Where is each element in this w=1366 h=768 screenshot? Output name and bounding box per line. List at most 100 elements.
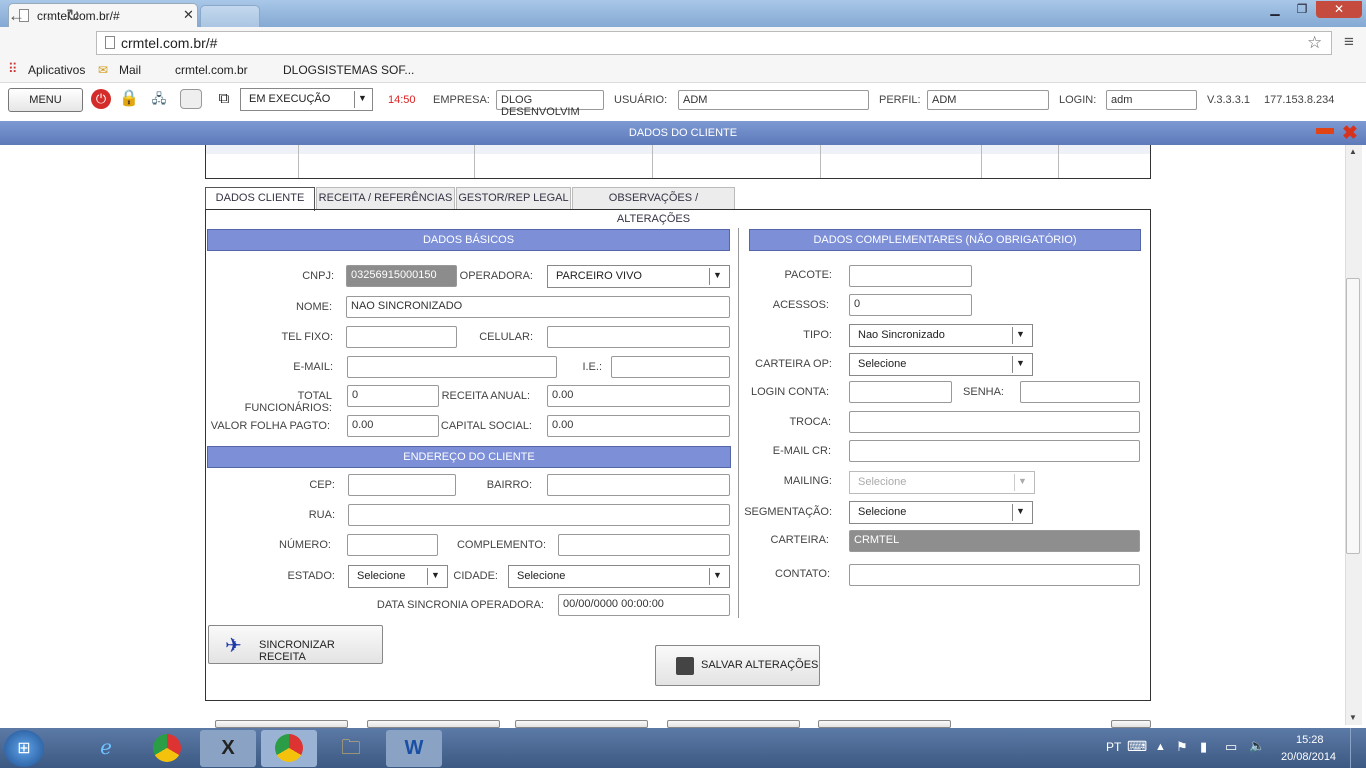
action-center-flag-icon[interactable]: ⚑ — [1176, 739, 1188, 755]
capital-social-field[interactable]: 0.00 — [547, 415, 730, 437]
show-hidden-icons[interactable]: ▲ — [1155, 741, 1166, 753]
bottom-button[interactable] — [515, 720, 648, 728]
grid-col-divider — [1058, 145, 1059, 178]
scrollbar-thumb[interactable] — [1346, 278, 1360, 554]
email-field[interactable] — [347, 356, 557, 378]
network-status-icon[interactable]: ▭ — [1225, 739, 1237, 755]
login-field[interactable]: adm — [1106, 90, 1197, 110]
tab-observacoes-alteracoes[interactable]: OBSERVAÇÕES / ALTERAÇÕES — [572, 187, 735, 225]
back-icon[interactable]: ← — [8, 6, 25, 26]
new-tab-button[interactable] — [200, 5, 260, 27]
word-icon[interactable]: W — [386, 730, 442, 767]
close-window-button[interactable]: ✕ — [1316, 1, 1362, 18]
total-funcionarios-field[interactable]: 0 — [347, 385, 439, 407]
tab-gestor-rep-legal[interactable]: GESTOR/REP LEGAL — [456, 187, 571, 210]
numero-field[interactable] — [347, 534, 438, 556]
internet-explorer-icon[interactable]: ℯ — [78, 730, 134, 767]
mailing-select[interactable]: Selecione ▼ — [849, 471, 1035, 494]
rua-field[interactable] — [348, 504, 730, 526]
tab-receita-referencias[interactable]: RECEITA / REFERÊNCIAS — [316, 187, 455, 210]
bottom-button[interactable] — [667, 720, 800, 728]
show-desktop-button[interactable] — [1350, 728, 1366, 768]
grid-col-divider — [298, 145, 299, 178]
salvar-alteracoes-button[interactable]: SALVAR ALTERAÇÕES — [655, 645, 820, 686]
minimize-window-button[interactable]: ▁ — [1262, 1, 1288, 18]
close-tab-icon[interactable]: ✕ — [183, 7, 194, 23]
bookmark-mail[interactable]: Mail — [119, 63, 141, 77]
menu-button[interactable]: MENU — [8, 88, 83, 112]
scroll-up-icon[interactable]: ▲ — [1349, 147, 1357, 156]
telfixo-label: TEL FIXO: — [281, 331, 333, 343]
data-sincronia-field[interactable]: 00/00/0000 00:00:00 — [558, 594, 730, 616]
bottom-button[interactable] — [1111, 720, 1151, 728]
perfil-field[interactable]: ADM — [927, 90, 1049, 110]
carteira-label: CARTEIRA: — [770, 534, 829, 546]
bottom-button[interactable] — [215, 720, 348, 728]
operadora-select[interactable]: PARCEIRO VIVO ▼ — [547, 265, 730, 288]
sincronizar-label: SINCRONIZAR RECEITA — [259, 639, 335, 663]
network-icon[interactable]: 🖧 — [148, 88, 170, 110]
language-indicator[interactable]: PT — [1106, 740, 1121, 754]
receita-anual-field[interactable]: 0.00 — [547, 385, 730, 407]
empresa-label: EMPRESA: — [433, 94, 490, 106]
usuario-field[interactable]: ADM — [678, 90, 869, 110]
power-status-icon[interactable]: ▮ — [1200, 739, 1207, 755]
dialog-minimize-icon[interactable] — [1316, 128, 1334, 134]
power-icon[interactable]: ⏻ — [91, 89, 111, 109]
estado-select[interactable]: Selecione ▼ — [348, 565, 448, 588]
acessos-field[interactable]: 0 — [849, 294, 972, 316]
valor-folha-label: VALOR FOLHA PAGTO: — [210, 420, 330, 432]
nome-field[interactable]: NAO SINCRONIZADO — [346, 296, 730, 318]
forward-icon[interactable]: → — [38, 6, 55, 26]
sincronizar-receita-button[interactable]: ✈ SINCRONIZAR RECEITA — [208, 625, 383, 664]
bairro-field[interactable] — [547, 474, 730, 496]
pacote-field[interactable] — [849, 265, 972, 287]
reload-icon[interactable]: ↻ — [66, 6, 80, 26]
volume-icon[interactable]: 🔈 — [1249, 738, 1265, 754]
senha-field[interactable] — [1020, 381, 1140, 403]
calendar-icon[interactable] — [180, 89, 202, 109]
scroll-down-icon[interactable]: ▼ — [1349, 713, 1357, 722]
login-conta-field[interactable] — [849, 381, 952, 403]
complemento-field[interactable] — [558, 534, 730, 556]
windows-icon[interactable]: ⧉ — [213, 88, 235, 110]
bottom-button[interactable] — [818, 720, 951, 728]
valor-folha-field[interactable]: 0.00 — [347, 415, 439, 437]
browser-menu-icon[interactable]: ≡ — [1344, 32, 1354, 52]
cidade-select[interactable]: Selecione ▼ — [508, 565, 730, 588]
bookmark-aplicativos[interactable]: Aplicativos — [28, 63, 85, 77]
bookmark-crmtel[interactable]: crmtel.com.br — [175, 63, 248, 77]
contato-field[interactable] — [849, 564, 1140, 586]
carteira-op-select[interactable]: Selecione ▼ — [849, 353, 1033, 376]
segmentacao-select[interactable]: Selecione ▼ — [849, 501, 1033, 524]
tipo-select[interactable]: Nao Sincronizado ▼ — [849, 324, 1033, 347]
bookmark-star-icon[interactable]: ☆ — [1307, 33, 1322, 53]
chrome-active-icon[interactable] — [261, 730, 317, 767]
xmind-icon[interactable]: X — [200, 730, 256, 767]
bookmark-dlogsistemas[interactable]: DLOGSISTEMAS SOF... — [283, 63, 414, 77]
dialog-close-icon[interactable]: ✖ — [1342, 122, 1358, 145]
email-cr-field[interactable] — [849, 440, 1140, 462]
url-text: crmtel.com.br/# — [121, 35, 218, 51]
maximize-window-button[interactable]: ❐ — [1289, 1, 1315, 18]
taskbar-date[interactable]: 20/08/2014 — [1281, 751, 1336, 763]
carteira-field[interactable]: CRMTEL — [849, 530, 1140, 552]
start-button[interactable]: ⊞ — [4, 730, 44, 767]
address-bar[interactable]: crmtel.com.br/# ☆ — [96, 31, 1332, 55]
taskbar-time[interactable]: 15:28 — [1296, 734, 1324, 746]
tab-dados-cliente[interactable]: DADOS CLIENTE — [205, 187, 315, 211]
keyboard-icon[interactable]: ⌨ — [1127, 738, 1147, 755]
data-sincronia-label: DATA SINCRONIA OPERADORA: — [376, 599, 544, 611]
ie-field[interactable] — [611, 356, 730, 378]
celular-field[interactable] — [547, 326, 730, 348]
pacote-label: PACOTE: — [784, 269, 832, 281]
browser-tab[interactable]: crmtel.com.br/# ✕ — [8, 3, 198, 27]
empresa-field[interactable]: DLOG DESENVOLVIM — [496, 90, 604, 118]
file-explorer-icon[interactable]: 🗀 — [323, 730, 379, 767]
lock-icon[interactable]: 🔒 — [118, 88, 140, 110]
troca-field[interactable] — [849, 411, 1140, 433]
status-select[interactable]: EM EXECUÇÃO ▼ — [240, 88, 373, 111]
bottom-button[interactable] — [367, 720, 500, 728]
status-value: EM EXECUÇÃO — [249, 93, 331, 105]
chrome-icon[interactable] — [139, 730, 195, 767]
